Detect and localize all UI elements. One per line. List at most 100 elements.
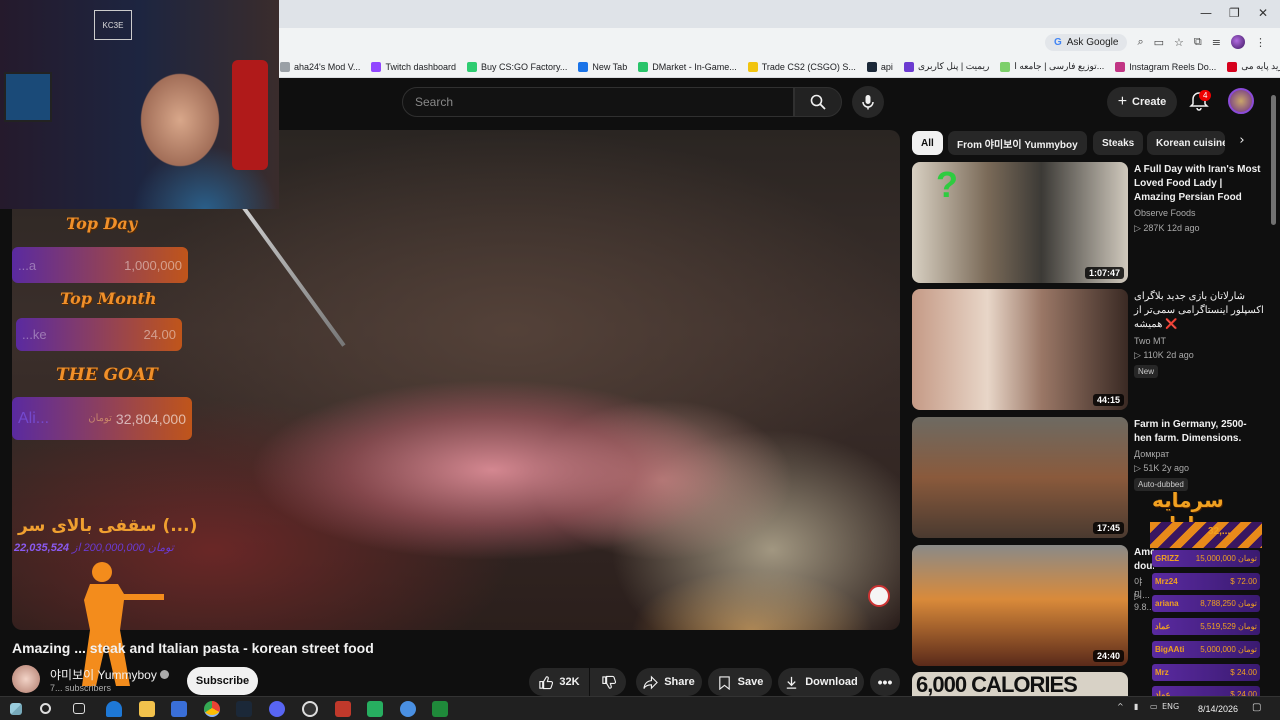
rec-title[interactable]: A Full Day with Iran's Most Loved Food L… <box>1134 163 1264 205</box>
bookmark-favicon-icon <box>747 61 758 72</box>
search-taskbar-icon[interactable] <box>40 703 51 714</box>
rec-title[interactable]: Ame... dou... <box>1134 546 1154 574</box>
ask-google-button[interactable]: G Ask Google <box>1044 33 1128 51</box>
channel-watermark[interactable] <box>868 585 890 607</box>
rec-thumbnail[interactable]: ? 1:07:47 <box>912 162 1128 283</box>
zoom-icon[interactable]: ⌕ <box>1137 35 1143 49</box>
rec-meta: ▷ 287K 12d ago <box>1134 223 1200 233</box>
bookmark-star-icon[interactable]: ☆ <box>1174 36 1184 49</box>
investor-row: Mrz $ 24.00 <box>1152 663 1260 681</box>
rec-thumbnail[interactable]: 6,000 CALORIES <box>912 672 1128 696</box>
chrome-icon[interactable] <box>204 701 220 717</box>
like-button[interactable]: 32K <box>529 668 589 696</box>
rec-thumbnail[interactable]: 24:40 <box>912 545 1128 666</box>
task-view-icon[interactable] <box>73 703 85 714</box>
app-icon[interactable] <box>367 701 383 717</box>
media-icon[interactable]: ≡ <box>1212 36 1221 49</box>
tray-lang[interactable]: ENG <box>1162 702 1179 711</box>
download-button[interactable]: Download <box>778 668 864 696</box>
rec-channel[interactable]: Observe Foods <box>1134 208 1196 218</box>
app-icon[interactable] <box>400 701 416 717</box>
bookmark-favicon-icon <box>371 61 382 72</box>
share-icon <box>643 675 659 689</box>
chip-from-channel[interactable]: From 야미보이 Yummyboy <box>948 131 1087 155</box>
channel-avatar[interactable] <box>12 665 40 693</box>
taskbar-date[interactable]: 8/14/2026 <box>1198 704 1238 714</box>
save-button[interactable]: Save <box>708 668 772 696</box>
more-actions-button[interactable]: ••• <box>870 668 900 696</box>
bookmark-item[interactable]: توزیع فارسی | جامعه ا... <box>1000 61 1104 72</box>
investor-row: عماد 5,519,529 تومان <box>1152 618 1260 636</box>
share-label: Share <box>664 676 695 688</box>
bookmark-item[interactable]: ریمیت | پنل کاربری <box>903 61 989 72</box>
windows-start-icon[interactable] <box>10 703 22 715</box>
dislike-button[interactable] <box>590 668 626 696</box>
minimize-icon[interactable]: — <box>1200 6 1212 20</box>
rec-channel[interactable]: Домкрат <box>1134 449 1169 459</box>
rec-duration: 44:15 <box>1092 394 1124 406</box>
channel-name-row[interactable]: 야미보이 Yummyboy <box>50 666 169 683</box>
tray-chevron-icon[interactable]: ^ <box>1117 702 1124 711</box>
rec-thumbnail[interactable]: 44:15 <box>912 289 1128 410</box>
file-explorer-icon[interactable] <box>139 701 155 717</box>
bookmark-item[interactable]: DMarket - In-Game... <box>638 61 737 72</box>
search-input[interactable]: Search <box>402 87 794 117</box>
channel-name[interactable]: 야미보이 Yummyboy <box>50 668 157 682</box>
rec-title[interactable]: Farm in Germany, 2500-hen farm. Dimensio… <box>1134 418 1264 446</box>
notification-center-icon[interactable]: ▢ <box>1252 702 1261 713</box>
bookmark-item[interactable]: Buy CS:GO Factory... <box>466 61 567 72</box>
search-icon <box>810 94 826 110</box>
verified-icon <box>159 670 169 679</box>
rec-thumbnail[interactable]: 17:45 <box>912 417 1128 538</box>
voice-search-button[interactable] <box>852 86 884 118</box>
top-month-name: ...ke <box>22 327 47 342</box>
discord-icon[interactable] <box>269 701 285 717</box>
browser-menu-icon[interactable]: ⋮ <box>1255 36 1266 49</box>
rec-title[interactable]: شارلاتان بازی جدید بلاگرای اکسپلور اینست… <box>1134 290 1264 332</box>
bookmark-favicon-icon <box>466 61 477 72</box>
bookmark-item[interactable]: Instagram Reels Do... <box>1115 61 1217 72</box>
create-button[interactable]: + Create <box>1107 87 1177 117</box>
bookmark-label: api <box>880 61 893 72</box>
subscriber-count: 7... subscribers <box>50 683 112 693</box>
chevron-right-icon[interactable]: › <box>1232 133 1252 153</box>
bookmark-label: Instagram Reels Do... <box>1129 61 1217 72</box>
edge-icon[interactable] <box>106 701 122 717</box>
steam-icon[interactable] <box>236 701 252 717</box>
bookmark-item[interactable]: Twitch dashboard <box>371 61 456 72</box>
investor-amount: 5,519,529 تومان <box>1200 622 1257 632</box>
browser-profile-avatar[interactable] <box>1231 35 1245 49</box>
bookmark-item[interactable]: aha24's Mod V... <box>280 61 360 72</box>
tray-network-icon[interactable]: ▭ <box>1150 702 1158 711</box>
search-button[interactable] <box>794 87 842 117</box>
restore-icon[interactable]: ❐ <box>1229 6 1240 20</box>
app-icon[interactable] <box>432 701 448 717</box>
cast-icon[interactable]: ▭ <box>1154 36 1164 49</box>
rec-meta: ▷ 110K 2d ago <box>1134 350 1194 360</box>
bookmark-favicon-icon <box>866 61 877 72</box>
store-icon[interactable] <box>171 701 187 717</box>
thumbs-down-icon <box>601 675 616 689</box>
subscribe-button[interactable]: Subscribe <box>187 667 258 695</box>
scrollbar-thumb[interactable] <box>1271 95 1276 225</box>
chip-steaks[interactable]: Steaks <box>1093 131 1144 155</box>
extensions-icon[interactable]: ⧉ <box>1194 35 1202 49</box>
share-button[interactable]: Share <box>636 668 702 696</box>
tray-mic-icon[interactable]: ▮ <box>1134 702 1138 711</box>
bookmark-item[interactable]: api <box>866 61 893 72</box>
bookmark-item[interactable]: Trade CS2 (CSGO) S... <box>747 61 856 72</box>
close-icon[interactable]: ✕ <box>1258 6 1268 20</box>
obs-icon[interactable] <box>302 701 318 717</box>
goal-title: سقفی بالای سر (...) <box>18 516 198 536</box>
bookmark-item[interactable]: New Tab <box>578 61 627 72</box>
chip-korean-cuisine[interactable]: Korean cuisine <box>1147 131 1225 155</box>
goat-name: Ali... <box>18 409 50 427</box>
top-month-amount: 24.00 <box>143 327 176 342</box>
chip-all[interactable]: All <box>912 131 943 155</box>
rec-channel[interactable]: Two MT <box>1134 336 1166 346</box>
goal-currency: تومان <box>147 542 174 554</box>
bookmark-item[interactable]: قیمت و خرید پایه می... <box>1227 61 1280 72</box>
app-icon[interactable] <box>335 701 351 717</box>
account-avatar[interactable] <box>1228 88 1254 114</box>
investors-top-amount: 32,... <box>1208 526 1231 537</box>
